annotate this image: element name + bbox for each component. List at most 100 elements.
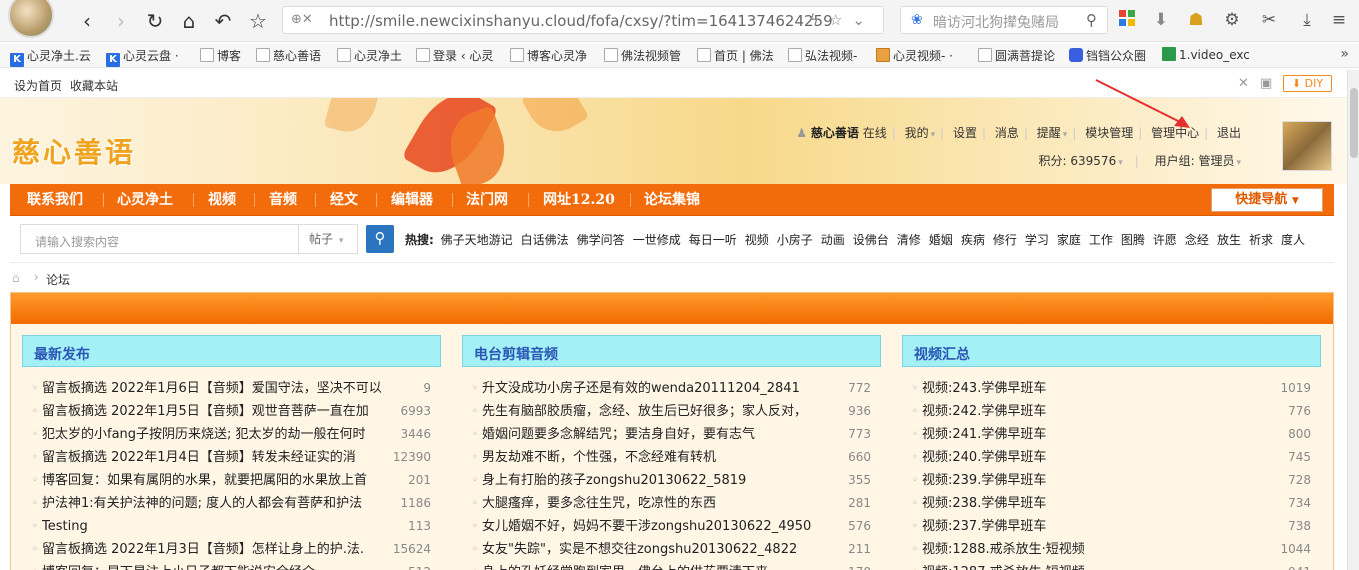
scissors-icon[interactable]: ✂	[1256, 9, 1282, 31]
list-item[interactable]: ◦ 女儿婚姻不好，妈妈不要干涉zongshu20130622_4950 576	[462, 515, 881, 538]
undo-icon[interactable]: ↶	[210, 8, 236, 34]
bookmark-item[interactable]: K 心灵净土.云	[10, 47, 91, 67]
bookmark-item[interactable]: 慈心善语	[256, 47, 321, 64]
theme-icon[interactable]: ▣	[1260, 76, 1272, 91]
my-menu[interactable]: 我的 ▾	[905, 126, 936, 140]
scrollbar-thumb[interactable]	[1350, 88, 1358, 158]
hot-word[interactable]: 家庭	[1057, 233, 1081, 247]
menu-icon[interactable]: ≡	[1326, 9, 1352, 31]
nav-item-editor[interactable]: 编辑器	[391, 184, 433, 216]
list-item[interactable]: ◦ 视频:238.学佛早班车 734	[902, 492, 1321, 515]
hot-word[interactable]: 祈求	[1249, 233, 1273, 247]
bookmark-item[interactable]: 佛法视频管	[604, 47, 681, 64]
list-item[interactable]: ◦ 博客回复：如果有属阴的水果，就要把属阳的水果放上首 201	[22, 469, 441, 492]
reminders-menu[interactable]: 提醒 ▾	[1037, 126, 1068, 140]
home-icon[interactable]: ⌂	[12, 271, 20, 285]
bookmark-item[interactable]: 博客	[200, 47, 241, 64]
security-icon[interactable]: ⊕✕	[291, 12, 313, 27]
list-item[interactable]: ◦ 视频:243.学佛早班车 1019	[902, 377, 1321, 400]
list-item[interactable]: ◦ 留言板摘选 2022年1月5日【音频】观世音菩萨一直在加 6993	[22, 400, 441, 423]
hot-word[interactable]: 白话佛法	[521, 233, 569, 247]
list-item[interactable]: ◦ 婚姻问题要多念解结咒；要洁身自好，要有志气 773	[462, 423, 881, 446]
panel-title[interactable]: 最新发布	[34, 344, 90, 364]
apps-grid-icon[interactable]	[1114, 9, 1140, 33]
list-item[interactable]: ◦ 视频:240.学佛早班车 745	[902, 446, 1321, 469]
list-item[interactable]: ◦ 大腿瘙痒，要多念往生咒，吃凉性的东西 281	[462, 492, 881, 515]
list-item[interactable]: ◦ 视频:237.学佛早班车 738	[902, 515, 1321, 538]
fullscreen-icon[interactable]: ✕	[1238, 76, 1249, 91]
admin-center-link[interactable]: 管理中心	[1151, 126, 1199, 140]
hot-word[interactable]: 修行	[993, 233, 1017, 247]
hot-word[interactable]: 设佛台	[853, 233, 889, 247]
nav-item-video[interactable]: 视频	[208, 184, 236, 216]
hot-word[interactable]: 视频	[745, 233, 769, 247]
bookmark-site-link[interactable]: 收藏本站	[70, 77, 118, 94]
list-item[interactable]: ◦ 男友劫难不断，个性强，不念经难有转机 660	[462, 446, 881, 469]
nav-item-urls[interactable]: 网址12.20	[543, 184, 615, 216]
site-logo[interactable]: 慈心善语	[12, 131, 136, 171]
list-item[interactable]: ◦ 留言板摘选 2022年1月3日【音频】怎样让身上的护.法. 15624	[22, 538, 441, 561]
hot-word[interactable]: 清修	[897, 233, 921, 247]
reload-icon[interactable]: ↻	[142, 8, 168, 34]
usergroup-menu[interactable]: 用户组: 管理员 ▾	[1155, 154, 1241, 168]
forward-icon[interactable]: ›	[108, 8, 134, 34]
home-icon[interactable]: ⌂	[176, 8, 202, 34]
hot-word[interactable]: 图腾	[1121, 233, 1145, 247]
download-manager-icon[interactable]: ⬇	[1148, 9, 1174, 31]
bookmark-item[interactable]: 首页 | 佛法	[697, 47, 774, 64]
list-item[interactable]: ◦身上的孔妖经常跑到家里，佛台上的供花要清下来170	[462, 561, 881, 570]
settings-link[interactable]: 设置	[953, 126, 977, 140]
list-item[interactable]: ◦ 视频:242.学佛早班车 776	[902, 400, 1321, 423]
points-menu[interactable]: 积分: 639576 ▾	[1039, 154, 1123, 168]
hot-word[interactable]: 婚姻	[929, 233, 953, 247]
hot-word[interactable]: 念经	[1185, 233, 1209, 247]
nav-item-contact[interactable]: 联系我们	[27, 184, 83, 216]
bookmark-item[interactable]: 圆满菩提论	[978, 47, 1055, 64]
bookmark-item[interactable]: 弘法视频-	[788, 47, 857, 64]
list-item[interactable]: ◦ 犯太岁的小fang子按阴历来烧送; 犯太岁的劫一般在何时 3446	[22, 423, 441, 446]
hot-word[interactable]: 学习	[1025, 233, 1049, 247]
quick-nav-button[interactable]: 快捷导航 ▼	[1211, 188, 1323, 212]
hot-word[interactable]: 小房子	[777, 233, 813, 247]
extension-icon[interactable]: ☗	[1183, 9, 1209, 31]
list-item[interactable]: ◦ 升文没成功小房子还是有效的wenda20111204_2841 772	[462, 377, 881, 400]
nav-item-audio[interactable]: 音频	[269, 184, 297, 216]
browser-search-box[interactable]: ❀ 暗访河北狗撵兔赌局 ⚲	[900, 6, 1108, 34]
module-admin-link[interactable]: 模块管理	[1085, 126, 1133, 140]
list-item[interactable]: ◦ Testing 113	[22, 515, 441, 538]
list-item[interactable]: ◦ 留言板摘选 2022年1月6日【音频】爱国守法，坚决不可以传 9	[22, 377, 441, 400]
hot-word[interactable]: 动画	[821, 233, 845, 247]
diy-button[interactable]: ⬇ DIY	[1283, 75, 1332, 92]
browser-profile-avatar[interactable]	[8, 0, 54, 38]
hot-word[interactable]: 一世修成	[633, 233, 681, 247]
list-item[interactable]: ◦ 视频:1288.戒杀放生·短视频 1044	[902, 538, 1321, 561]
download-icon[interactable]: ⤓	[1294, 9, 1320, 31]
hot-word[interactable]: 度人	[1281, 233, 1305, 247]
panel-title[interactable]: 电台剪辑音频	[474, 344, 558, 364]
chevron-double-right-icon[interactable]: »	[1340, 46, 1349, 62]
hot-word[interactable]: 每日一听	[689, 233, 737, 247]
list-item[interactable]: ◦ 留言板摘选 2022年1月4日【音频】转发未经证实的消 12390	[22, 446, 441, 469]
bookmark-item[interactable]: 铛铛公众圈	[1069, 47, 1146, 64]
hot-word[interactable]: 佛子天地游记	[441, 233, 513, 247]
list-item[interactable]: ◦ 先生有脑部胶质瘤，念经、放生后已好很多；家人反对， 936	[462, 400, 881, 423]
username-link[interactable]: 慈心善语	[811, 126, 859, 140]
address-bar-actions[interactable]: ϟ☆⌄	[809, 11, 875, 29]
hot-word[interactable]: 佛学问答	[577, 233, 625, 247]
list-item[interactable]: ◦ 视频:239.学佛早班车 728	[902, 469, 1321, 492]
gamepad-icon[interactable]: ⚙	[1219, 9, 1245, 31]
bookmark-item[interactable]: 心灵净土	[337, 47, 402, 64]
list-item[interactable]: ◦ 护法神1:有关护法神的问题; 度人的人都会有菩萨和护法 1186	[22, 492, 441, 515]
user-avatar[interactable]	[1282, 121, 1332, 171]
back-icon[interactable]: ‹	[74, 8, 100, 34]
hot-word[interactable]: 工作	[1089, 233, 1113, 247]
hot-word[interactable]: 放生	[1217, 233, 1241, 247]
list-item[interactable]: ◦博客回复：早下星注上小日子都下能说安全经介512	[22, 561, 441, 570]
logout-link[interactable]: 退出	[1217, 126, 1241, 140]
page-scrollbar[interactable]	[1347, 70, 1359, 570]
panel-title[interactable]: 视频汇总	[914, 344, 970, 364]
breadcrumb-current[interactable]: 论坛	[46, 271, 70, 288]
search-type-select[interactable]: 帖子 ▾	[298, 225, 358, 253]
list-item[interactable]: ◦ 视频:241.学佛早班车 800	[902, 423, 1321, 446]
bookmark-item[interactable]: 登录 ‹ 心灵	[416, 47, 493, 64]
